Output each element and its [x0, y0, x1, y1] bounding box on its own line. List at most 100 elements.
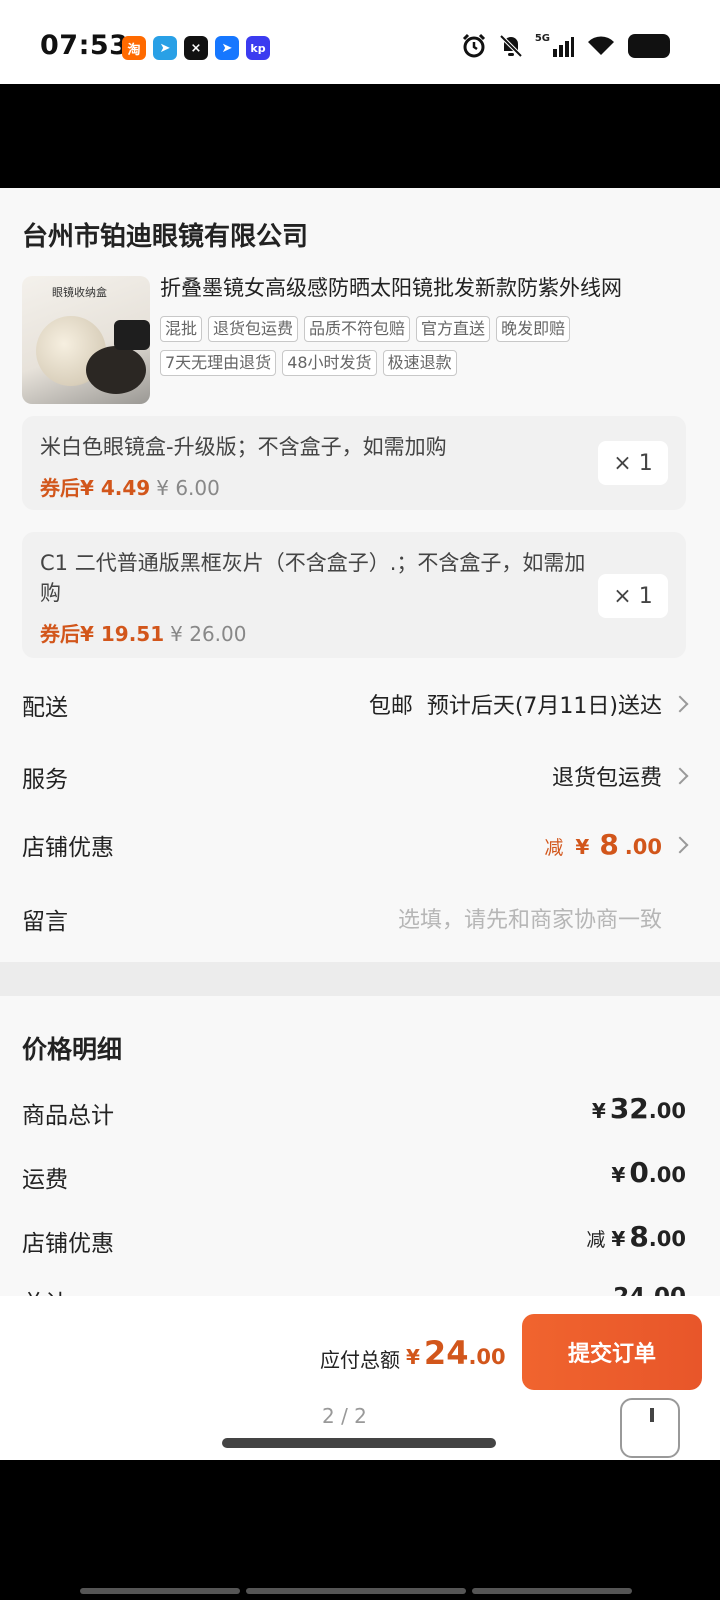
sku-name: 米白色眼镜盒-升级版；不含盒子，如需加购: [40, 435, 447, 459]
product-tag: 48小时发货: [282, 350, 377, 376]
total-int: 24: [423, 1334, 469, 1372]
gesture-segment: [80, 1588, 240, 1594]
sku-name: C1 二代普通版黑框灰片（不含盒子）.；不含盒子，如需加购: [40, 551, 586, 605]
total-label: 应付总额: [320, 1348, 400, 1372]
thumbnail-caption: 眼镜收纳盒: [52, 286, 107, 299]
price-row-label: 运费: [22, 1167, 68, 1193]
product-tag: 混批: [160, 316, 203, 342]
discount-dec: .00: [624, 835, 662, 859]
product-tag: 退货包运费: [208, 316, 299, 342]
currency-symbol: ¥: [611, 1163, 626, 1187]
price-row-label: 店铺优惠: [22, 1231, 114, 1257]
sku-price: 券后¥ 4.49 ¥ 6.00: [40, 472, 220, 501]
system-icons: 5G: [461, 33, 670, 59]
kp-app-icon: kp: [246, 36, 270, 60]
gesture-segment: [246, 1588, 466, 1594]
notification-app-icons: 淘 ➤ ⨯ ➤ kp: [122, 36, 270, 60]
signal-icon: [553, 37, 574, 57]
sku-original-price: ¥ 6.00: [156, 476, 220, 500]
price-row-total-partial: 总计 24.00: [22, 1278, 686, 1298]
chevron-right-icon: [671, 767, 689, 785]
total-dec: .00: [468, 1345, 506, 1369]
delivery-label: 配送: [22, 695, 68, 721]
delivery-value: 包邮 预计后天(7月11日)送达: [368, 688, 689, 720]
quantity-stepper[interactable]: × 1: [598, 441, 668, 485]
chevron-right-icon: [671, 695, 689, 713]
price-row-value: 减 ¥8.00: [586, 1220, 686, 1253]
shop-discount-label: 店铺优惠: [22, 835, 114, 861]
discount-prefix: 减: [586, 1229, 606, 1251]
currency-symbol: ¥: [611, 1227, 626, 1251]
shop-discount-row[interactable]: 店铺优惠 减 ¥ 8 .00: [22, 828, 689, 876]
sku-price: 券后¥ 19.51 ¥ 26.00: [40, 618, 246, 647]
shop-discount-value: 减 ¥ 8 .00: [544, 828, 689, 861]
service-row[interactable]: 服务 退货包运费: [22, 760, 689, 800]
price-int: 0: [629, 1156, 649, 1189]
price-row-subtotal: 商品总计 ¥32.00: [22, 1092, 686, 1136]
sku-item[interactable]: C1 二代普通版黑框灰片（不含盒子）.；不含盒子，如需加购 券后¥ 19.51 ¥…: [22, 532, 686, 658]
page-indicator: 2 / 2: [322, 1404, 367, 1428]
gesture-segment: [472, 1588, 632, 1594]
plus-icon: [650, 1408, 654, 1422]
product-tag: 品质不符包赔: [304, 316, 411, 342]
product-tag: 极速退款: [382, 350, 457, 376]
chevron-right-icon: [671, 836, 689, 853]
sku-original-price: ¥ 26.00: [170, 622, 247, 646]
currency-symbol: ¥: [591, 1099, 606, 1123]
network-type-label: 5G: [534, 32, 550, 44]
glasses-case-image: [86, 346, 146, 394]
product-tags: 混批 退货包运费 品质不符包赔 官方直送 晚发即赔 7天无理由退货 48小时发货…: [160, 316, 680, 376]
price-row-label: 商品总计: [22, 1103, 114, 1129]
sku-item[interactable]: 米白色眼镜盒-升级版；不含盒子，如需加购 券后¥ 4.49 ¥ 6.00 × 1: [22, 416, 686, 510]
currency-symbol: ¥: [406, 1345, 420, 1369]
total-amount: ¥24.00: [406, 1334, 506, 1372]
delivery-estimate: 包邮 预计后天(7月11日)送达: [368, 694, 662, 719]
gesture-bar: [80, 1588, 632, 1594]
section-divider: [0, 962, 720, 996]
currency-symbol: ¥: [575, 835, 590, 859]
price-row-value: ¥32.00: [592, 1092, 686, 1125]
price-dec: .00: [648, 1227, 686, 1251]
quantity-stepper[interactable]: × 1: [598, 574, 668, 618]
service-label: 服务: [22, 767, 68, 793]
product-tag: 7天无理由退货: [160, 350, 277, 376]
floating-action-button[interactable]: [620, 1398, 680, 1458]
delivery-row[interactable]: 配送 包邮 预计后天(7月11日)送达: [22, 688, 689, 728]
alarm-icon: [462, 33, 485, 58]
bottom-dim-overlay: [0, 1460, 720, 1600]
shop-name[interactable]: 台州市铂迪眼镜有限公司: [22, 216, 308, 253]
message-row[interactable]: 留言 选填，请先和商家协商一致: [0, 902, 720, 942]
message-input[interactable]: 选填，请先和商家协商一致: [398, 902, 662, 934]
top-dim-overlay: [0, 84, 720, 188]
submit-order-button[interactable]: 提交订单: [522, 1314, 702, 1390]
sku-coupon-price: 券后¥ 4.49: [40, 476, 151, 500]
sku-coupon-price: 券后¥ 19.51: [40, 622, 165, 646]
paper-plane-icon: ➤: [153, 36, 177, 60]
status-time: 07:53: [40, 30, 129, 61]
home-indicator[interactable]: [222, 1438, 496, 1448]
service-text: 退货包运费: [551, 766, 662, 791]
product-title[interactable]: 折叠墨镜女高级感防晒太阳镜批发新款防紫外线网: [160, 272, 700, 302]
taobao-icon: 淘: [122, 36, 146, 60]
arrow-app-icon: ➤: [215, 36, 239, 60]
mute-bell-icon: [499, 34, 523, 58]
price-row-shop-discount: 店铺优惠 减 ¥8.00: [22, 1220, 686, 1264]
price-dec: .00: [648, 1163, 686, 1187]
product-tag: 晚发即赔: [496, 316, 571, 342]
checkout-bar: 应付总额 ¥24.00 提交订单 2 / 2: [0, 1296, 720, 1460]
price-row-value: ¥0.00: [611, 1156, 686, 1189]
discount-prefix: 减: [544, 837, 564, 859]
service-value: 退货包运费: [551, 760, 689, 792]
order-confirm-sheet[interactable]: 台州市铂迪眼镜有限公司 眼镜收纳盒 折叠墨镜女高级感防晒太阳镜批发新款防紫外线网…: [0, 188, 720, 1460]
sunglasses-image: [114, 320, 150, 350]
price-int: 32: [609, 1092, 649, 1125]
capcut-icon: ⨯: [184, 36, 208, 60]
price-dec: .00: [648, 1099, 686, 1123]
wifi-icon: [588, 36, 614, 55]
product-tag: 官方直送: [416, 316, 491, 342]
message-label: 留言: [22, 909, 68, 935]
status-bar: 07:53 淘 ➤ ⨯ ➤ kp 5G: [0, 0, 720, 84]
product-thumbnail[interactable]: 眼镜收纳盒: [22, 276, 150, 404]
price-row-shipping: 运费 ¥0.00: [22, 1156, 686, 1200]
price-detail-title: 价格明细: [22, 1035, 123, 1064]
